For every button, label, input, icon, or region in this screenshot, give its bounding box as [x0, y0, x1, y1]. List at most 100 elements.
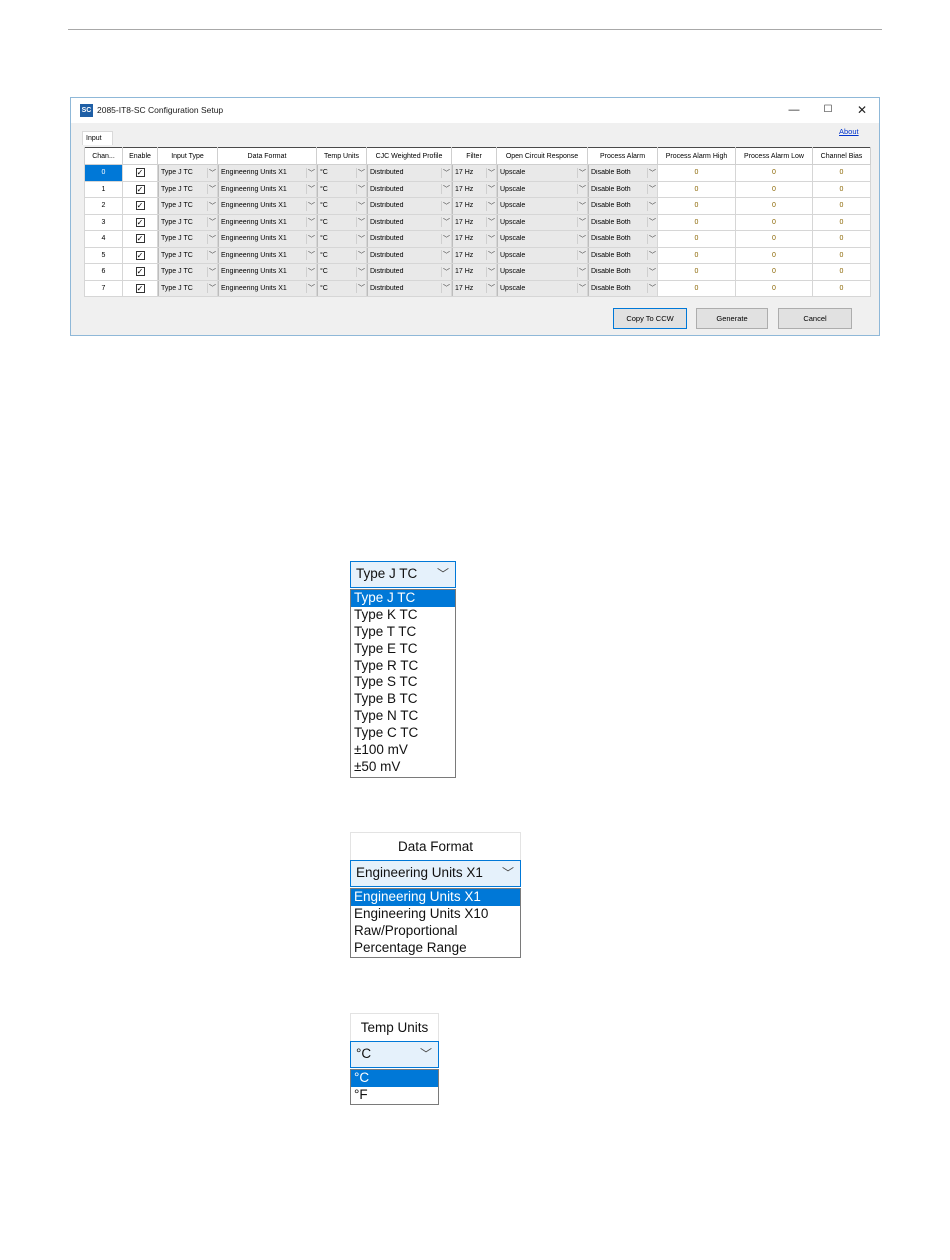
channel-number-cell[interactable]: 3 — [84, 213, 123, 231]
alarm-high-cell[interactable]: 0 — [657, 263, 736, 281]
open-circuit-combo[interactable]: Upscale ﹀ — [497, 231, 587, 247]
temp-units-option[interactable]: °C — [351, 1070, 438, 1087]
table-row[interactable]: 4 ✓ Type J TC ﹀ Engineering Units X1 ﹀ °C ﹀ Dist… — [84, 230, 871, 248]
cjc-profile-combo[interactable]: Distributed ﹀ — [367, 198, 451, 214]
channel-number-cell[interactable]: 1 — [84, 180, 123, 198]
input-type-combo[interactable]: Type J TC ﹀ — [158, 280, 217, 296]
process-alarm-combo[interactable]: Disable Both ﹀ — [588, 165, 657, 181]
table-row[interactable]: 0 ✓ Type J TC ﹀ Engineering Units X1 ﹀ °C ﹀ Dist… — [84, 164, 871, 182]
channel-bias-cell[interactable]: 0 — [812, 213, 871, 231]
temp-units-combo[interactable]: °C ﹀ — [350, 1041, 439, 1068]
column-header[interactable]: Process Alarm — [587, 147, 658, 165]
alarm-high-cell[interactable]: 0 — [657, 180, 736, 198]
channel-bias-cell[interactable]: 0 — [812, 230, 871, 248]
temp-units-combo[interactable]: °C ﹀ — [317, 231, 366, 247]
data-format-option[interactable]: Percentage Range — [351, 940, 520, 957]
alarm-low-cell[interactable]: 0 — [735, 213, 813, 231]
channel-bias-cell[interactable]: 0 — [812, 263, 871, 281]
open-circuit-combo[interactable]: Upscale ﹀ — [497, 247, 587, 263]
input-type-option[interactable]: ±100 mV — [351, 742, 455, 759]
temp-units-combo[interactable]: °C ﹀ — [317, 214, 366, 230]
column-header[interactable]: Chan... — [84, 147, 123, 165]
input-type-option[interactable]: Type T TC — [351, 624, 455, 641]
temp-units-combo[interactable]: °C ﹀ — [317, 165, 366, 181]
filter-combo[interactable]: 17 Hz ﹀ — [452, 181, 496, 197]
cjc-profile-combo[interactable]: Distributed ﹀ — [367, 280, 451, 296]
alarm-low-cell[interactable]: 0 — [735, 164, 813, 182]
input-type-combo[interactable]: Type J TC ﹀ — [158, 214, 217, 230]
temp-units-option[interactable]: °F — [351, 1087, 438, 1104]
alarm-high-cell[interactable]: 0 — [657, 213, 736, 231]
open-circuit-combo[interactable]: Upscale ﹀ — [497, 181, 587, 197]
input-type-combo[interactable]: Type J TC ﹀ — [350, 561, 456, 588]
input-type-option[interactable]: Type E TC — [351, 641, 455, 658]
input-type-option[interactable]: Type S TC — [351, 674, 455, 691]
table-row[interactable]: 1 ✓ Type J TC ﹀ Engineering Units X1 ﹀ °C ﹀ Dist… — [84, 180, 871, 198]
column-header[interactable]: Channel Bias — [812, 147, 871, 165]
alarm-low-cell[interactable]: 0 — [735, 180, 813, 198]
minimize-button[interactable]: — — [779, 100, 809, 120]
process-alarm-combo[interactable]: Disable Both ﹀ — [588, 181, 657, 197]
filter-combo[interactable]: 17 Hz ﹀ — [452, 165, 496, 181]
data-format-combo[interactable]: Engineering Units X1 ﹀ — [218, 264, 316, 280]
channel-bias-cell[interactable]: 0 — [812, 246, 871, 264]
maximize-button[interactable]: ☐ — [813, 100, 843, 120]
input-type-option[interactable]: Type C TC — [351, 725, 455, 742]
open-circuit-combo[interactable]: Upscale ﹀ — [497, 214, 587, 230]
temp-units-combo[interactable]: °C ﹀ — [317, 198, 366, 214]
input-type-option[interactable]: Type R TC — [351, 658, 455, 675]
filter-combo[interactable]: 17 Hz ﹀ — [452, 247, 496, 263]
filter-combo[interactable]: 17 Hz ﹀ — [452, 214, 496, 230]
data-format-combo[interactable]: Engineering Units X1 ﹀ — [218, 214, 316, 230]
copy-to-ccw-button[interactable]: Copy To CCW — [613, 308, 687, 329]
alarm-high-cell[interactable]: 0 — [657, 164, 736, 182]
input-type-combo[interactable]: Type J TC ﹀ — [158, 231, 217, 247]
input-type-combo[interactable]: Type J TC ﹀ — [158, 181, 217, 197]
input-type-option[interactable]: ±50 mV — [351, 759, 455, 776]
channel-bias-cell[interactable]: 0 — [812, 279, 871, 297]
open-circuit-combo[interactable]: Upscale ﹀ — [497, 264, 587, 280]
data-format-option[interactable]: Engineering Units X1 — [351, 889, 520, 906]
channel-number-cell[interactable]: 4 — [84, 230, 123, 248]
enable-checkbox[interactable]: ✓ — [135, 201, 145, 211]
temp-units-combo[interactable]: °C ﹀ — [317, 280, 366, 296]
alarm-low-cell[interactable]: 0 — [735, 197, 813, 215]
about-link[interactable]: About — [839, 127, 859, 136]
data-format-combo[interactable]: Engineering Units X1 ﹀ — [350, 860, 521, 887]
enable-checkbox[interactable]: ✓ — [135, 168, 145, 178]
data-format-combo[interactable]: Engineering Units X1 ﹀ — [218, 181, 316, 197]
input-type-combo[interactable]: Type J TC ﹀ — [158, 198, 217, 214]
temp-units-combo[interactable]: °C ﹀ — [317, 264, 366, 280]
cjc-profile-combo[interactable]: Distributed ﹀ — [367, 165, 451, 181]
cancel-button[interactable]: Cancel — [778, 308, 852, 329]
column-header[interactable]: CJC Weighted Profile — [366, 147, 452, 165]
data-format-combo[interactable]: Engineering Units X1 ﹀ — [218, 280, 316, 296]
temp-units-combo[interactable]: °C ﹀ — [317, 181, 366, 197]
channel-bias-cell[interactable]: 0 — [812, 180, 871, 198]
table-row[interactable]: 7 ✓ Type J TC ﹀ Engineering Units X1 ﹀ °C ﹀ Dist… — [84, 279, 871, 297]
temp-units-combo[interactable]: °C ﹀ — [317, 247, 366, 263]
column-header[interactable]: Temp Units — [316, 147, 367, 165]
process-alarm-combo[interactable]: Disable Both ﹀ — [588, 198, 657, 214]
alarm-low-cell[interactable]: 0 — [735, 263, 813, 281]
channel-number-cell[interactable]: 7 — [84, 279, 123, 297]
alarm-high-cell[interactable]: 0 — [657, 246, 736, 264]
open-circuit-combo[interactable]: Upscale ﹀ — [497, 280, 587, 296]
data-format-option[interactable]: Engineering Units X10 — [351, 906, 520, 923]
data-format-combo[interactable]: Engineering Units X1 ﹀ — [218, 247, 316, 263]
channel-bias-cell[interactable]: 0 — [812, 197, 871, 215]
cjc-profile-combo[interactable]: Distributed ﹀ — [367, 214, 451, 230]
open-circuit-combo[interactable]: Upscale ﹀ — [497, 198, 587, 214]
process-alarm-combo[interactable]: Disable Both ﹀ — [588, 214, 657, 230]
enable-checkbox[interactable]: ✓ — [135, 234, 145, 244]
filter-combo[interactable]: 17 Hz ﹀ — [452, 280, 496, 296]
enable-checkbox[interactable]: ✓ — [135, 217, 145, 227]
open-circuit-combo[interactable]: Upscale ﹀ — [497, 165, 587, 181]
channel-number-cell[interactable]: 2 — [84, 197, 123, 215]
input-type-combo[interactable]: Type J TC ﹀ — [158, 247, 217, 263]
tab-input[interactable]: Input — [82, 131, 113, 145]
column-header[interactable]: Enable — [122, 147, 158, 165]
input-type-option[interactable]: Type N TC — [351, 708, 455, 725]
table-row[interactable]: 6 ✓ Type J TC ﹀ Engineering Units X1 ﹀ °C ﹀ Dist… — [84, 263, 871, 281]
generate-button[interactable]: Generate — [696, 308, 768, 329]
